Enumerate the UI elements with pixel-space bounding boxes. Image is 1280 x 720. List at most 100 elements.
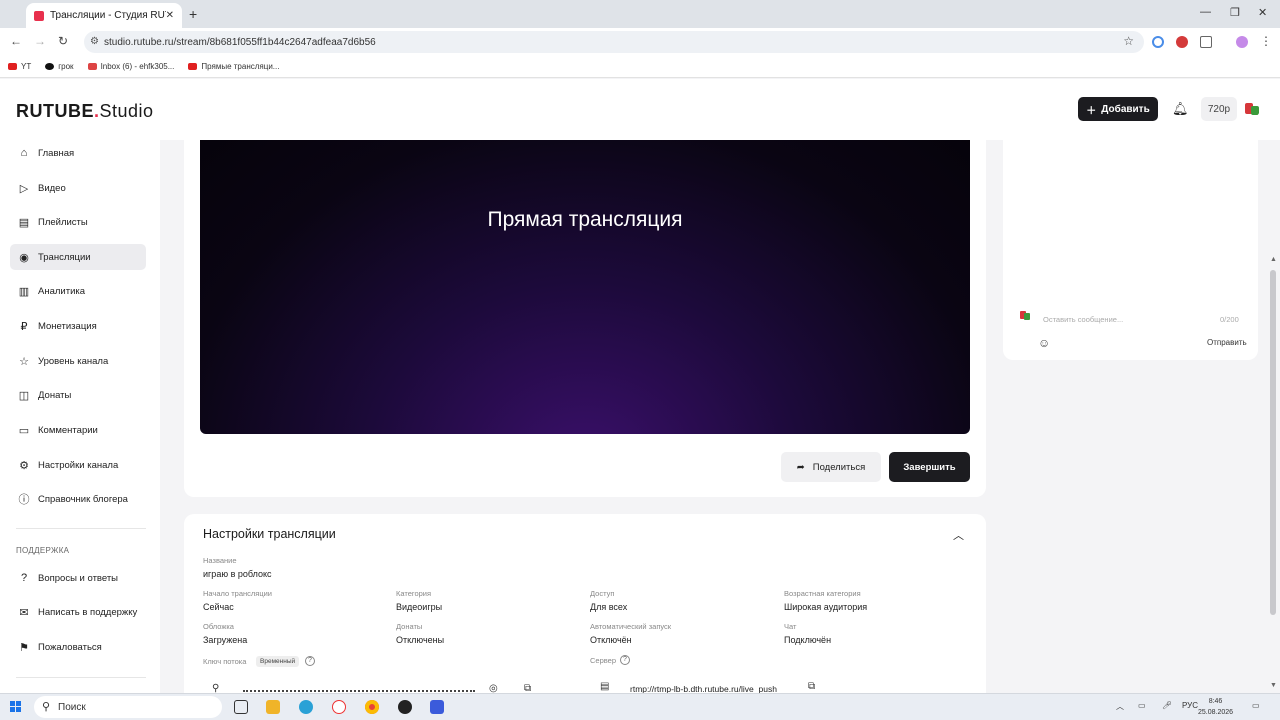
- chevron-up-icon[interactable]: ︿: [953, 527, 964, 543]
- chrome-icon[interactable]: [365, 700, 379, 714]
- youtube-icon: [188, 63, 198, 70]
- avatar[interactable]: [1242, 100, 1260, 118]
- server-icon: ▤: [600, 681, 610, 692]
- taskbar-search[interactable]: ⚲ Поиск: [34, 696, 222, 718]
- age-value: Широкая аудитория: [784, 602, 868, 612]
- notifications-icon[interactable]: ▭: [1252, 701, 1260, 710]
- home-icon: ⌂: [20, 147, 28, 159]
- sidebar-item-faq[interactable]: ? Вопросы и ответы: [10, 565, 146, 591]
- bookmarks-bar: YT грок Inbox (6) - ehfk305... Прямые тр…: [0, 56, 1280, 78]
- close-tab-icon[interactable]: ✕: [166, 10, 174, 21]
- sidebar-item-home[interactable]: ⌂ Главная: [10, 140, 146, 166]
- sidebar-item-donates[interactable]: ◫ Донаты: [10, 382, 146, 408]
- minimize-icon[interactable]: —: [1200, 6, 1211, 18]
- category-value: Видеоигры: [396, 602, 443, 612]
- clock[interactable]: 8:46 25.08.2026: [1198, 696, 1233, 718]
- sidebar-item-broadcasts[interactable]: ◉ Трансляции: [10, 244, 146, 270]
- close-window-icon[interactable]: ✕: [1258, 6, 1267, 19]
- site-info-icon[interactable]: ⚙: [90, 36, 99, 47]
- help-icon[interactable]: ?: [305, 656, 315, 666]
- stream-key-label: Ключ потока: [203, 657, 247, 666]
- bookmark-item[interactable]: Inbox (6) - ehfk305...: [87, 62, 174, 71]
- share-icon: ➦: [796, 461, 805, 473]
- chat-message-input[interactable]: Оставить сообщение...: [1043, 315, 1123, 324]
- plus-icon: ＋: [1086, 105, 1097, 117]
- chat-label: Чат: [784, 622, 797, 631]
- windows-start-icon[interactable]: [10, 701, 22, 713]
- scroll-up-icon[interactable]: ▲: [1270, 256, 1277, 263]
- new-tab-icon[interactable]: +: [189, 6, 197, 22]
- sidebar-item-channel-level[interactable]: ☆ Уровень канала: [10, 348, 146, 374]
- sidebar-item-video[interactable]: ▷ Видео: [10, 175, 146, 201]
- help-icon[interactable]: ?: [620, 655, 630, 665]
- scroll-down-icon[interactable]: ▼: [1270, 682, 1277, 689]
- task-view-icon[interactable]: [234, 700, 248, 714]
- file-explorer-icon[interactable]: [266, 700, 280, 714]
- video-icon: ▷: [19, 182, 29, 195]
- sidebar-item-report[interactable]: ⚑ Пожаловаться: [10, 634, 146, 660]
- sidebar-item-contact-support[interactable]: ✉ Написать в поддержку: [10, 599, 146, 625]
- autostart-value: Отключён: [590, 635, 632, 645]
- sidebar-divider: [16, 677, 146, 678]
- support-heading: ПОДДЕРЖКА: [16, 546, 70, 555]
- obs-icon[interactable]: [398, 700, 412, 714]
- age-label: Возрастная категория: [784, 589, 861, 598]
- tray-chevron-icon[interactable]: ︿: [1116, 701, 1124, 712]
- bookmark-item[interactable]: YT: [8, 62, 31, 71]
- bookmark-item[interactable]: грок: [45, 62, 74, 71]
- language-indicator[interactable]: РУС: [1182, 701, 1198, 710]
- donates-value: Отключены: [396, 635, 445, 645]
- app-icon[interactable]: [430, 700, 444, 714]
- broadcast-icon: ◉: [19, 251, 29, 264]
- bookmark-star-icon[interactable]: ☆: [1123, 34, 1134, 48]
- browser-toolbar: ← → ↻ ⚙ studio.rutube.ru/stream/8b681f05…: [0, 28, 1280, 56]
- category-label: Категория: [396, 589, 432, 598]
- browser-tab[interactable]: Трансляции - Студия RUTUBE ✕: [26, 3, 182, 28]
- stream-preview-title: Прямая трансляция: [487, 208, 683, 231]
- chat-send-button[interactable]: Отправить: [1207, 338, 1247, 347]
- emoji-icon[interactable]: ☺: [1038, 336, 1050, 350]
- extension-icon[interactable]: [1152, 36, 1164, 48]
- chat-char-counter: 0/200: [1220, 315, 1239, 324]
- sidebar-item-monetization[interactable]: ₽ Монетизация: [10, 313, 146, 339]
- access-value: Для всех: [590, 602, 628, 612]
- analytics-icon: ▥: [18, 285, 30, 298]
- comment-icon: ▭: [18, 424, 30, 437]
- share-button[interactable]: ➦ Поделиться: [781, 452, 881, 482]
- copy-icon[interactable]: ⧉: [808, 681, 815, 692]
- start-label: Начало трансляции: [203, 589, 272, 598]
- start-value: Сейчас: [203, 602, 234, 612]
- end-stream-button[interactable]: Завершить: [889, 452, 970, 482]
- donates-label: Донаты: [396, 622, 423, 631]
- rutube-studio-logo[interactable]: RUTUBE.Studio: [16, 101, 154, 122]
- yandex-icon[interactable]: [332, 700, 346, 714]
- quality-selector[interactable]: 720p: [1201, 97, 1237, 121]
- page-scrollbar[interactable]: [1270, 270, 1276, 615]
- menu-icon[interactable]: ⋮: [1260, 34, 1272, 48]
- edge-icon[interactable]: [299, 700, 313, 714]
- profile-icon[interactable]: [1236, 36, 1248, 48]
- bookmark-item[interactable]: Прямые трансляци...: [188, 62, 279, 71]
- sidebar-item-analytics[interactable]: ▥ Аналитика: [10, 278, 146, 304]
- sidebar-item-playlists[interactable]: ▤ Плейлисты: [10, 209, 146, 235]
- bell-icon[interactable]: 🔔︎: [1172, 101, 1189, 117]
- microphone-icon[interactable]: 🎤︎: [1162, 701, 1172, 710]
- tab-title: Трансляции - Студия RUTUBE: [50, 10, 166, 21]
- sidebar-item-blogger-guide[interactable]: ⓘ Справочник блогера: [10, 486, 146, 512]
- add-button[interactable]: ＋ Добавить: [1078, 97, 1158, 121]
- extension-icon[interactable]: [1176, 36, 1188, 48]
- sidebar-item-comments[interactable]: ▭ Комментарии: [10, 417, 146, 443]
- reload-icon[interactable]: ↻: [58, 34, 68, 48]
- settings-title: Настройки трансляции: [203, 527, 336, 541]
- search-icon: ⚲: [42, 701, 51, 713]
- back-icon[interactable]: ←: [10, 34, 22, 48]
- youtube-icon: [8, 63, 17, 70]
- sidebar-item-channel-settings[interactable]: ⚙ Настройки канала: [10, 452, 146, 478]
- network-icon[interactable]: ▭: [1138, 701, 1146, 710]
- gear-icon: ⚙: [19, 459, 29, 472]
- forward-icon[interactable]: →: [34, 34, 46, 48]
- extensions-puzzle-icon[interactable]: [1200, 36, 1212, 48]
- address-bar[interactable]: ⚙ studio.rutube.ru/stream/8b681f055ff1b4…: [84, 31, 1144, 53]
- stream-preview[interactable]: Прямая трансляция: [200, 140, 970, 434]
- maximize-icon[interactable]: ❐: [1230, 6, 1240, 19]
